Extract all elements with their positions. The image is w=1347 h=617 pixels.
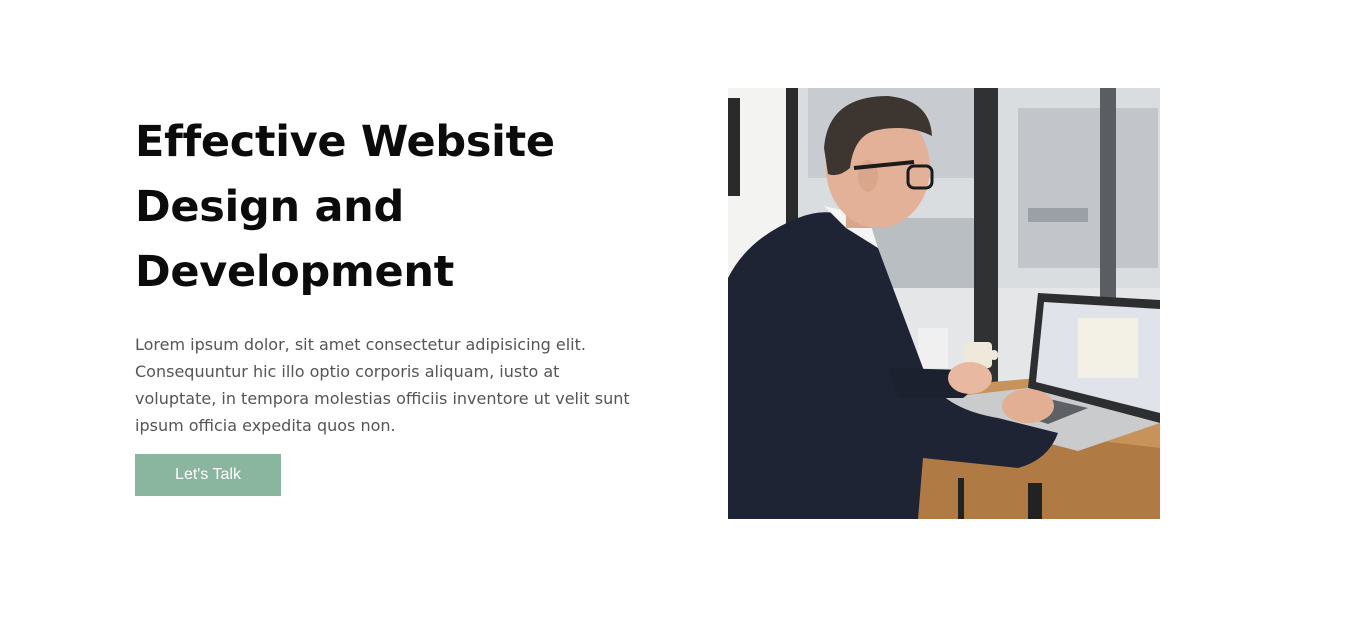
hero-title-line-2: Design and: [135, 182, 404, 232]
hero-title-line-1: Effective Website: [135, 117, 555, 167]
hero-description: Lorem ipsum dolor, sit amet consectetur …: [135, 335, 630, 435]
lets-talk-button[interactable]: Let's Talk: [135, 454, 281, 496]
hero-photo: [728, 88, 1160, 519]
hero-text-block: Effective Website Design and Development…: [135, 110, 655, 439]
hero-title: Effective Website Design and Development: [135, 110, 655, 305]
man-with-laptop-illustration: [728, 88, 1160, 519]
hero-title-line-3: Development: [135, 247, 454, 297]
